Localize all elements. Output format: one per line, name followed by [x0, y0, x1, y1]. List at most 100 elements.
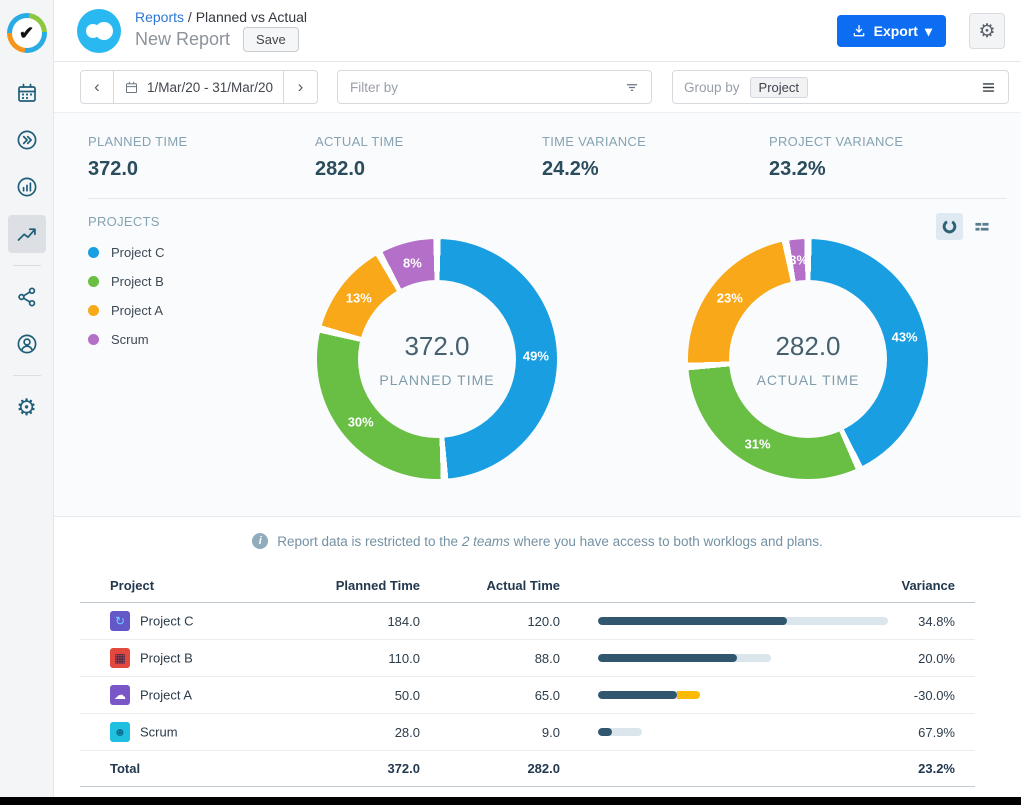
legend-title: PROJECTS [88, 214, 164, 229]
column-header-planned-time[interactable]: Planned Time [330, 569, 440, 603]
total-planned: 372.0 [330, 751, 440, 787]
stat-planned-time: PLANNED TIME 372.0 [88, 134, 315, 181]
sidebar-divider [13, 375, 41, 376]
export-button[interactable]: Export ▾ [837, 15, 946, 47]
actual-time-cell: 65.0 [440, 677, 580, 714]
calendar-icon [124, 80, 139, 95]
donut-chart-0[interactable]: 49%30%13%8%372.0PLANNED TIME [317, 239, 557, 479]
tempo-check-icon: ✔ [12, 18, 42, 48]
report-avatar [77, 9, 121, 53]
sidebar: ✔ [0, 0, 54, 805]
sidebar-item-settings[interactable]: ⚙ [8, 388, 46, 426]
column-header-variance[interactable]: Variance [890, 569, 975, 603]
table-view-toggle[interactable] [968, 213, 995, 240]
app-window: ✔ [0, 0, 1021, 805]
breadcrumb-link-reports[interactable]: Reports [135, 9, 184, 25]
stat-value: 23.2% [769, 158, 996, 181]
stat-label: PLANNED TIME [88, 134, 315, 149]
donut-view-toggle[interactable] [936, 213, 963, 240]
legend-item[interactable]: Project C [88, 245, 164, 260]
column-header-project[interactable]: Project [80, 569, 330, 603]
project-cell[interactable]: ▦Project B [80, 640, 330, 677]
donut-center-label: ACTUAL TIME [757, 372, 860, 388]
report-table: Project Planned Time Actual Time Varianc… [80, 569, 975, 787]
sidebar-item-approvals[interactable] [8, 121, 46, 159]
next-period-button[interactable]: › [284, 70, 318, 104]
variance-cell: 67.9% [890, 714, 975, 751]
project-avatar-icon: ☁ [110, 685, 130, 705]
report-toolbar: ‹ 1/Mar/20 - 31/Mar/20 › [54, 62, 1021, 112]
progress-bar [598, 691, 700, 699]
hamburger-menu-icon[interactable] [980, 79, 997, 96]
group-by-value-chip[interactable]: Project [750, 77, 808, 98]
group-by-label: Group by [684, 80, 740, 95]
gear-icon: ⚙ [978, 20, 995, 43]
project-avatar-icon: ↻ [110, 611, 130, 631]
page-header: Reports / Planned vs Actual New Report S… [54, 0, 1021, 62]
sidebar-item-plans[interactable] [8, 278, 46, 316]
legend-dot [88, 247, 99, 258]
chart-section: PLANNED TIME 372.0 ACTUAL TIME 282.0 TIM… [54, 112, 1021, 517]
breadcrumb: Reports / Planned vs Actual [135, 9, 307, 25]
sidebar-item-reports-bar[interactable] [8, 168, 46, 206]
previous-period-button[interactable]: ‹ [80, 70, 114, 104]
total-bar-empty [580, 751, 890, 787]
legend-item[interactable]: Project B [88, 274, 164, 289]
table-row: ☻Scrum28.09.0 67.9% [80, 714, 975, 751]
table-row: ▦Project B110.088.0 20.0% [80, 640, 975, 677]
actual-time-cell: 120.0 [440, 603, 580, 640]
slice-percent-label: 3% [789, 253, 808, 268]
trend-chart-icon [15, 222, 39, 246]
stat-time-variance: TIME VARIANCE 24.2% [542, 134, 769, 181]
column-header-actual-time[interactable]: Actual Time [440, 569, 580, 603]
legend-label: Project A [111, 303, 163, 318]
variance-cell: 34.8% [890, 603, 975, 640]
project-cell[interactable]: ☻Scrum [80, 714, 330, 751]
filter-input[interactable] [348, 79, 623, 96]
bar-chart-circle-icon [15, 175, 39, 199]
sidebar-item-calendar[interactable] [8, 74, 46, 112]
legend-dot [88, 334, 99, 345]
double-chevron-circle-icon [15, 128, 39, 152]
filter-funnel-icon[interactable] [623, 78, 641, 96]
donut-center-value: 372.0 [404, 331, 469, 362]
group-by-control[interactable]: Group by Project [672, 70, 1009, 104]
project-cell[interactable]: ☁Project A [80, 677, 330, 714]
sidebar-item-teams[interactable] [8, 325, 46, 363]
planned-time-cell: 28.0 [330, 714, 440, 751]
donut-view-icon [941, 218, 958, 235]
actual-time-cell: 9.0 [440, 714, 580, 751]
stat-project-variance: PROJECT VARIANCE 23.2% [769, 134, 996, 181]
project-name: Project C [140, 614, 193, 629]
sidebar-divider [13, 265, 41, 266]
settings-button[interactable]: ⚙ [969, 13, 1005, 49]
date-range-button[interactable]: 1/Mar/20 - 31/Mar/20 [114, 70, 284, 104]
project-cell[interactable]: ↻ Project C [80, 603, 330, 640]
donut-center-value: 282.0 [775, 331, 840, 362]
export-label: Export [874, 23, 918, 39]
donut-chart-1[interactable]: 43%31%23%3%282.0ACTUAL TIME [688, 239, 928, 479]
variance-cell: 20.0% [890, 640, 975, 677]
tempo-logo[interactable]: ✔ [7, 13, 47, 53]
total-label: Total [80, 751, 330, 787]
planned-time-cell: 110.0 [330, 640, 440, 677]
donut-center: 372.0PLANNED TIME [358, 280, 516, 438]
table-view-icon [973, 218, 991, 236]
notice-text: Report data is restricted to the 2 teams… [277, 534, 823, 549]
project-name: Scrum [140, 725, 178, 740]
legend-item[interactable]: Scrum [88, 332, 164, 347]
legend-item[interactable]: Project A [88, 303, 164, 318]
sidebar-item-reports-trend[interactable] [8, 215, 46, 253]
variance-cell: -30.0% [890, 677, 975, 714]
table-body: ↻Project C184.0120.034.8%▦Project B110.0… [80, 603, 975, 751]
bottom-edge-bar [0, 797, 1021, 805]
slice-percent-label: 31% [745, 437, 771, 452]
network-icon [15, 285, 39, 309]
legend-dot [88, 305, 99, 316]
save-button[interactable]: Save [243, 27, 299, 52]
table-row: ↻Project C184.0120.034.8% [80, 603, 975, 640]
stat-value: 24.2% [542, 158, 769, 181]
actual-time-cell: 88.0 [440, 640, 580, 677]
donut-center: 282.0 ACTUAL TIME [729, 280, 887, 438]
table-total-row: Total 372.0 282.0 23.2% [80, 751, 975, 787]
